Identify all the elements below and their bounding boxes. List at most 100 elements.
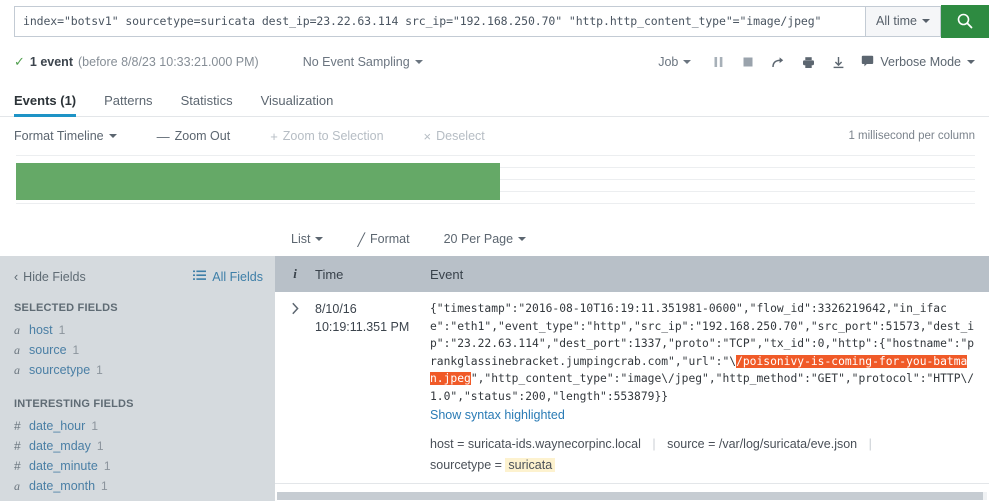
job-button[interactable]: Job: [646, 55, 703, 69]
search-submit-button[interactable]: [941, 4, 989, 38]
sourcetype-field-key: sourcetype =: [430, 458, 506, 472]
field-count: 1: [103, 459, 111, 473]
tab-visualization[interactable]: Visualization: [261, 93, 348, 116]
stop-icon[interactable]: [733, 56, 763, 68]
event-raw-json[interactable]: {"timestamp":"2016-08-10T16:19:11.351981…: [430, 300, 979, 405]
results-tabs: Events (1) Patterns Statistics Visualiza…: [0, 82, 989, 117]
event-json-suffix: ","http_content_type":"image\/jpeg","htt…: [430, 372, 975, 403]
event-count-label: 1 event: [29, 55, 73, 69]
zoom-out-button[interactable]: — Zoom Out: [157, 129, 231, 143]
deselect-button[interactable]: × Deselect: [424, 129, 485, 143]
per-page-dropdown[interactable]: 20 Per Page: [444, 232, 527, 246]
sidebar-field-date-mday[interactable]: # date_mday 1: [14, 436, 261, 456]
events-horizontal-scrollbar[interactable]: [275, 490, 989, 501]
event-time: 10:19:11.351 PM: [315, 320, 410, 334]
search-input[interactable]: index="botsv1" sourcetype=suricata dest_…: [14, 5, 866, 37]
plus-icon: +: [270, 128, 278, 144]
event-timestamp-cell: 8/10/16 10:19:11.351 PM: [315, 300, 430, 476]
close-icon: ×: [423, 128, 432, 144]
per-page-label: 20 Per Page: [443, 232, 514, 246]
check-icon: ✓: [14, 54, 25, 69]
host-field-key: host =: [430, 437, 468, 451]
source-field[interactable]: source = /var/log/suricata/eve.json: [667, 437, 857, 451]
column-header-info[interactable]: i: [275, 266, 315, 282]
field-name: host: [29, 323, 53, 337]
sourcetype-field[interactable]: sourcetype = suricata: [430, 458, 556, 472]
hide-fields-button[interactable]: ‹ Hide Fields: [14, 270, 86, 284]
chevron-left-icon: ‹: [14, 270, 19, 284]
column-header-time[interactable]: Time: [315, 267, 430, 282]
tab-statistics[interactable]: Statistics: [181, 93, 247, 116]
format-timeline-dropdown[interactable]: Format Timeline: [14, 129, 117, 143]
view-mode-dropdown[interactable]: List: [291, 232, 324, 246]
field-separator: |: [868, 437, 872, 451]
scrollbar-thumb[interactable]: [277, 492, 983, 500]
search-mode-label: Verbose Mode: [880, 55, 961, 69]
time-range-picker[interactable]: All time: [865, 5, 941, 37]
results-controls: List ╱ Format 20 Per Page: [275, 222, 989, 256]
host-field-value: suricata-ids.waynecorpinc.local: [467, 437, 641, 451]
event-time-window-label: (before 8/8/23 10:33:21.000 PM): [78, 55, 259, 69]
sidebar-field-source[interactable]: a source 1: [14, 340, 261, 360]
event-sampling-label: No Event Sampling: [302, 55, 410, 69]
expand-row-icon[interactable]: [275, 300, 315, 476]
search-query-text: index="botsv1" sourcetype=suricata dest_…: [23, 14, 822, 28]
format-results-button[interactable]: ╱ Format: [357, 232, 409, 247]
comment-icon: [861, 55, 874, 70]
field-count: 1: [96, 363, 103, 377]
sidebar-field-date-minute[interactable]: # date_minute 1: [14, 456, 261, 476]
field-count: 1: [101, 479, 108, 493]
field-count: 1: [96, 439, 104, 453]
source-field-value: /var/log/suricata/eve.json: [718, 437, 858, 451]
sidebar-field-date-month[interactable]: a date_month 1: [14, 476, 261, 496]
chevron-down-icon: [967, 60, 975, 64]
timeline-scale-label: 1 millisecond per column: [848, 130, 975, 142]
event-sampling-dropdown[interactable]: No Event Sampling: [303, 55, 423, 69]
sidebar-field-sourcetype[interactable]: a sourcetype 1: [14, 360, 261, 380]
event-field-summary: host = suricata-ids.waynecorpinc.local |…: [430, 434, 979, 476]
timeline-event-bar[interactable]: [16, 163, 500, 200]
sidebar-field-host[interactable]: a host 1: [14, 320, 261, 340]
events-table-header: i Time Event: [275, 256, 989, 292]
search-bar-row: index="botsv1" sourcetype=suricata dest_…: [0, 0, 989, 42]
share-icon[interactable]: [763, 56, 793, 69]
hide-fields-label: Hide Fields: [23, 270, 86, 284]
pause-icon[interactable]: [703, 56, 733, 68]
table-row: 8/10/16 10:19:11.351 PM {"timestamp":"20…: [275, 292, 989, 476]
chevron-down-icon: [683, 60, 692, 64]
event-count-group: ✓ 1 event (before 8/8/23 10:33:21.000 PM…: [14, 54, 259, 70]
row-divider: [275, 483, 989, 484]
field-type-icon: #: [14, 419, 21, 433]
column-header-event[interactable]: Event: [430, 267, 989, 282]
chevron-down-icon: [922, 19, 930, 23]
field-name: source: [29, 343, 67, 357]
chevron-down-icon: [315, 237, 324, 241]
job-status-row: ✓ 1 event (before 8/8/23 10:33:21.000 PM…: [0, 42, 989, 82]
host-field[interactable]: host = suricata-ids.waynecorpinc.local: [430, 437, 641, 451]
all-fields-button[interactable]: All Fields: [193, 270, 263, 284]
field-name: date_mday: [29, 439, 91, 453]
show-syntax-highlighted-link[interactable]: Show syntax highlighted: [430, 408, 979, 422]
event-date: 8/10/16: [315, 302, 357, 316]
field-type-icon: #: [14, 439, 21, 453]
field-count: 1: [72, 343, 80, 357]
interesting-fields-list: # date_hour 1 # date_mday 1 # date_minut…: [0, 416, 275, 496]
job-controls-group: Job Verbose Mode: [646, 55, 975, 70]
zoom-out-label: Zoom Out: [174, 129, 231, 143]
field-count: 1: [58, 323, 66, 337]
download-icon[interactable]: [823, 56, 853, 69]
field-count: 1: [91, 419, 98, 433]
magnifier-icon: [956, 12, 974, 30]
job-label: Job: [658, 55, 679, 69]
tab-patterns[interactable]: Patterns: [104, 93, 166, 116]
sidebar-field-date-hour[interactable]: # date_hour 1: [14, 416, 261, 436]
chevron-down-icon: [518, 237, 527, 241]
selected-fields-list: a host 1 a source 1 a sourcetype 1: [0, 320, 275, 380]
event-content-cell: {"timestamp":"2016-08-10T16:19:11.351981…: [430, 300, 989, 476]
timeline-chart[interactable]: [0, 155, 989, 217]
zoom-to-selection-button[interactable]: + Zoom to Selection: [270, 129, 383, 143]
source-field-key: source =: [667, 437, 719, 451]
tab-events[interactable]: Events (1): [14, 93, 90, 117]
search-mode-dropdown[interactable]: Verbose Mode: [853, 55, 975, 70]
print-icon[interactable]: [793, 56, 823, 69]
